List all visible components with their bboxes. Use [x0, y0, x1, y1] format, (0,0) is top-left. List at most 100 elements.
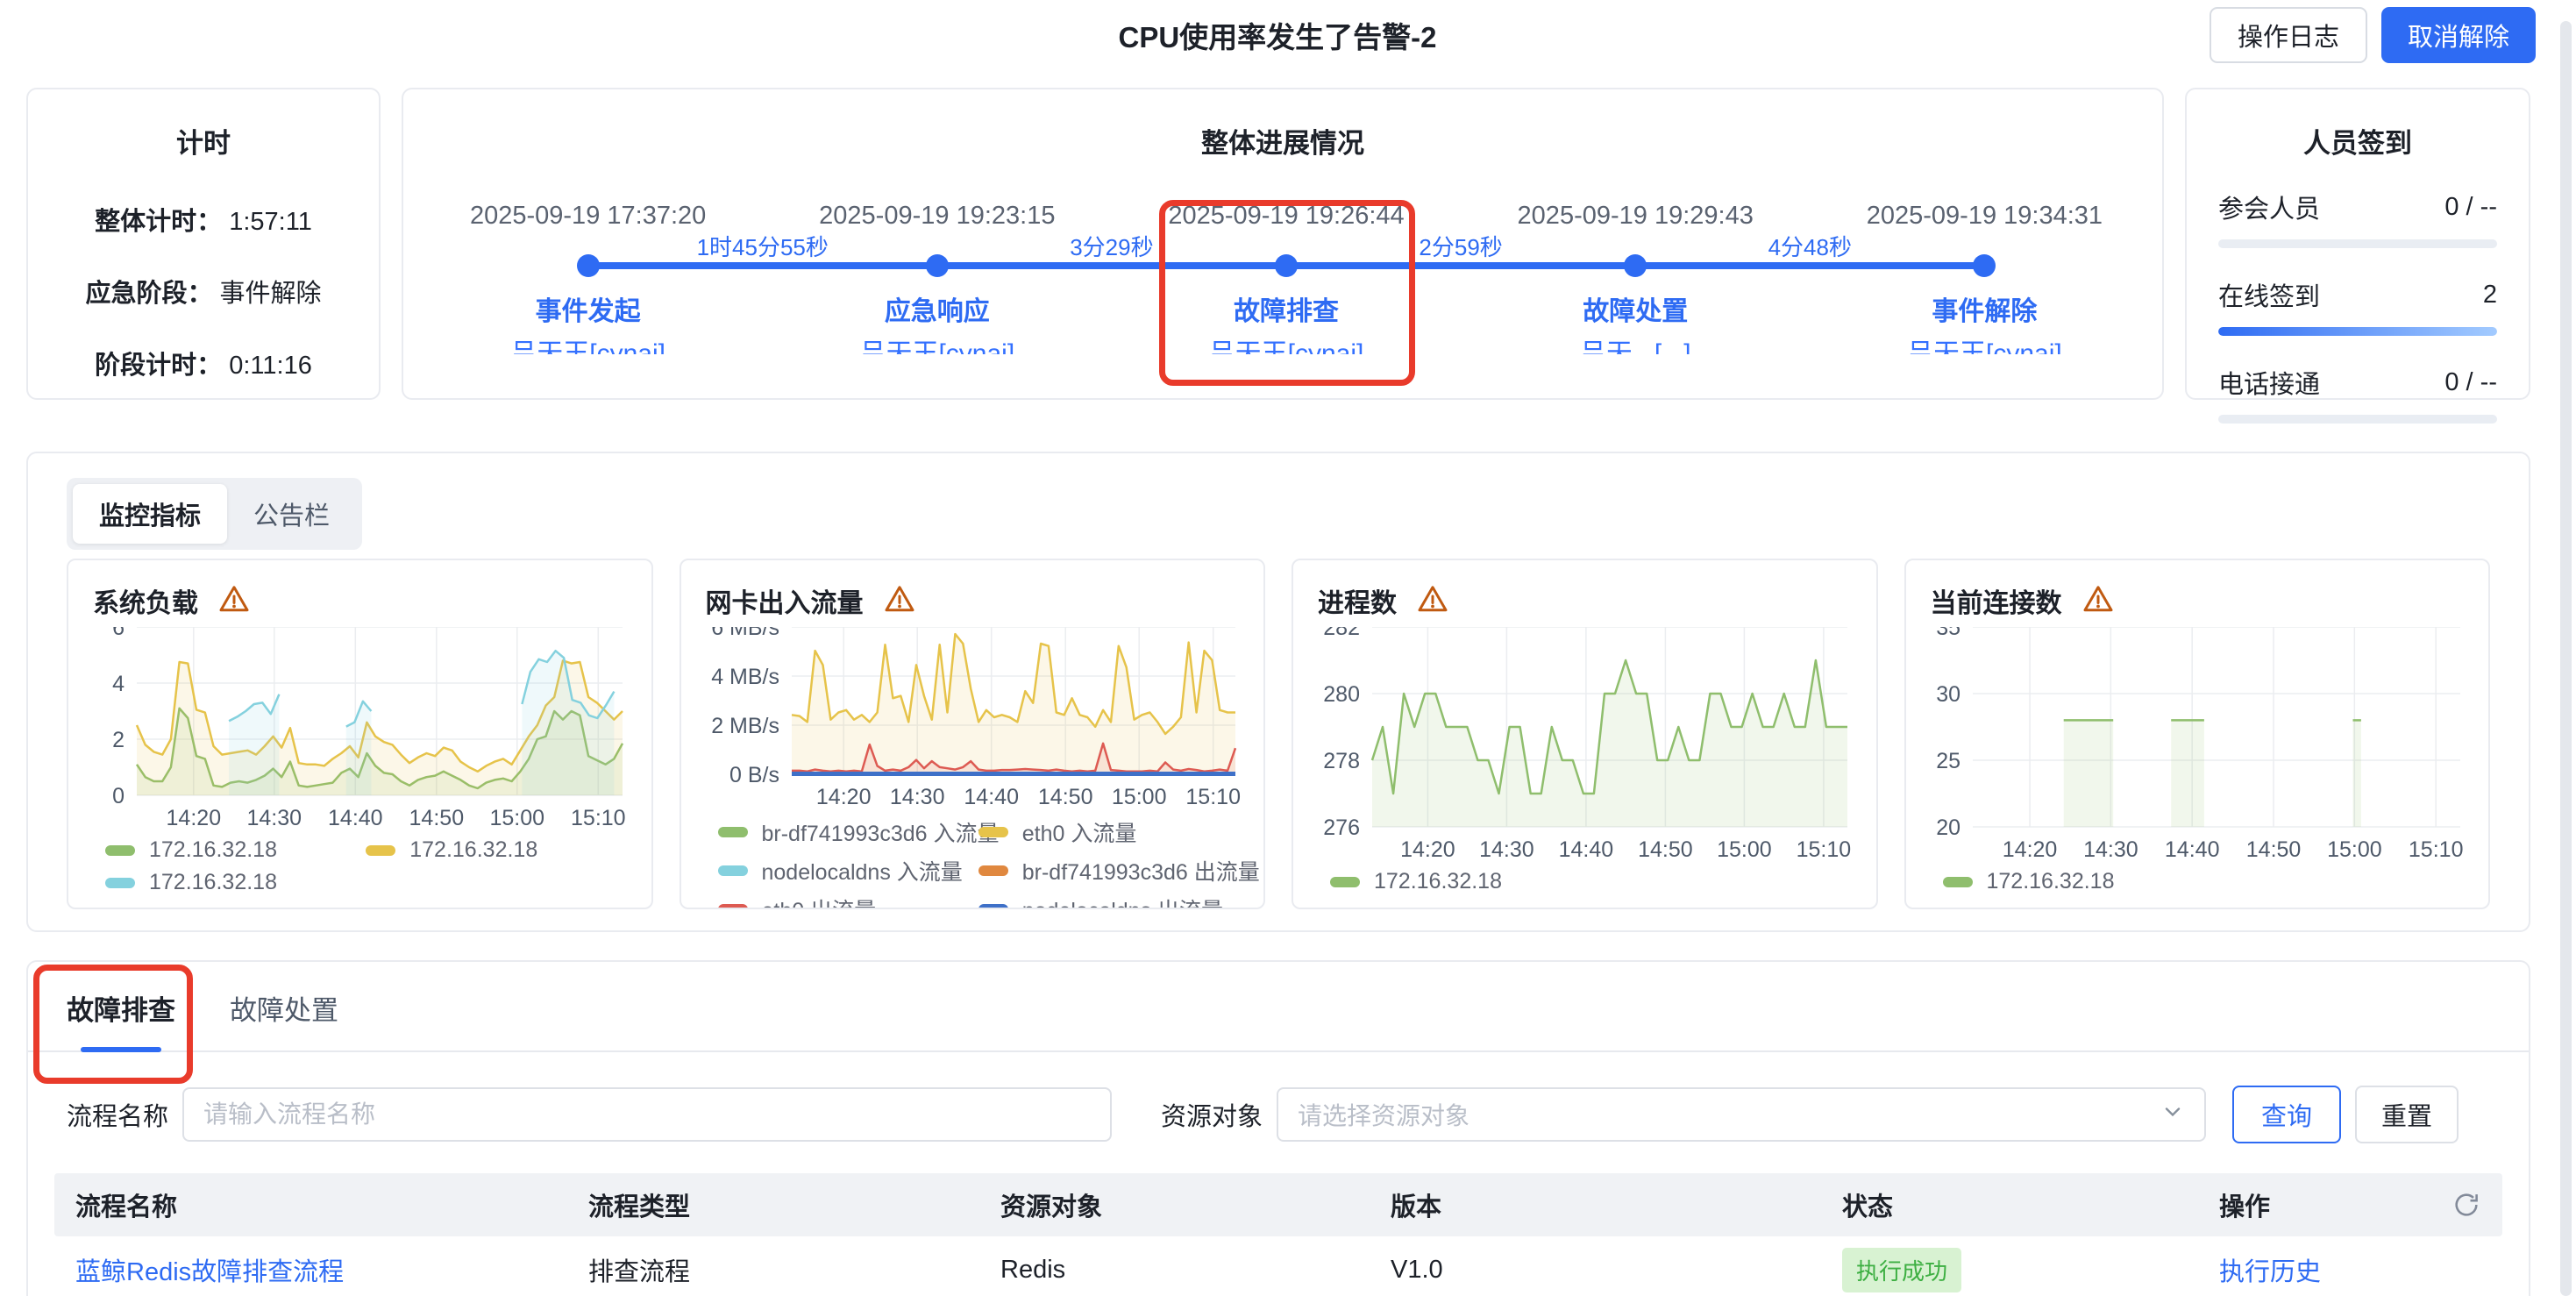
stage-dot-icon [1275, 254, 1298, 277]
flow-name-input[interactable] [182, 1087, 1112, 1142]
chart-legend: 172.16.32.18172.16.32.18172.16.32.18 [93, 837, 627, 895]
svg-text:4 MB/s: 4 MB/s [711, 665, 779, 689]
chart-title: 进程数 [1318, 581, 1397, 620]
timing-rows: 整体计时： 1:57:11应急阶段： 事件解除阶段计时： 0:11:16 [28, 201, 379, 381]
legend-color-pill [978, 904, 1008, 909]
legend-item[interactable]: 172.16.32.18 [105, 870, 366, 895]
charts-row: 系统负载642014:2014:3014:4014:5015:0015:1017… [67, 559, 2490, 909]
legend-item[interactable]: eth0 入流量 [978, 816, 1239, 848]
query-button[interactable]: 查询 [2232, 1086, 2341, 1143]
timing-card: 计时 整体计时： 1:57:11应急阶段： 事件解除阶段计时： 0:11:16 [26, 88, 381, 400]
stage-person[interactable]: 吕天玉[cynai] [510, 331, 665, 354]
stage-person[interactable]: 吕天...[...] [1580, 331, 1691, 354]
table-header-cell: 版本 [1391, 1186, 1842, 1223]
legend-item[interactable]: br-df741993c3d6 入流量 [718, 816, 978, 848]
reset-button[interactable]: 重置 [2355, 1086, 2459, 1143]
svg-text:14:40: 14:40 [964, 785, 1019, 809]
stage-name[interactable]: 事件解除 [1932, 289, 2037, 328]
summary-row: 计时 整体计时： 1:57:11应急阶段： 事件解除阶段计时： 0:11:16 … [26, 88, 2530, 400]
legend-item[interactable]: 172.16.32.18 [1330, 869, 1852, 894]
signin-progress-track [2218, 415, 2497, 424]
svg-text:4: 4 [112, 672, 125, 696]
legend-color-pill [718, 904, 748, 909]
legend-label: 172.16.32.18 [149, 870, 277, 895]
stage-name[interactable]: 故障排查 [1234, 289, 1339, 328]
signin-card: 人员签到 参会人员0 / --在线签到2电话接通0 / -- [2185, 88, 2530, 400]
chart-legend: 172.16.32.18 [1318, 869, 1852, 894]
monitor-tab-group: 监控指标公告栏 [67, 478, 362, 550]
resource-label: 资源对象 [1161, 1096, 1263, 1133]
stage-person[interactable]: 吕天玉[cynai] [1907, 331, 2062, 354]
stage-dot-icon [926, 254, 949, 277]
chart-card-0: 系统负载642014:2014:3014:4014:5015:0015:1017… [67, 559, 653, 909]
stage-time: 2025-09-19 19:23:15 [819, 202, 1055, 231]
chart-legend: br-df741993c3d6 入流量eth0 入流量nodelocaldns … [706, 816, 1240, 909]
svg-text:14:30: 14:30 [2083, 837, 2138, 862]
flow-name-link[interactable]: 蓝鲸Redis故障排查流程 [75, 1258, 344, 1286]
stage-person[interactable]: 吕天玉[cynai] [1209, 331, 1364, 354]
svg-text:14:50: 14:50 [2245, 837, 2301, 862]
svg-text:6 MB/s: 6 MB/s [711, 627, 779, 640]
svg-text:35: 35 [1936, 627, 1960, 640]
stage-name[interactable]: 应急响应 [885, 289, 990, 328]
timing-card-title: 计时 [28, 121, 379, 160]
stage-duration: 4分48秒 [1768, 230, 1852, 262]
legend-color-pill [366, 845, 395, 856]
monitor-tab-1[interactable]: 公告栏 [227, 484, 356, 544]
vertical-scrollbar[interactable] [2560, 21, 2572, 1296]
stage-name[interactable]: 事件发起 [536, 289, 641, 328]
legend-item[interactable]: nodelocaldns 入流量 [718, 855, 978, 887]
legend-item[interactable]: nodelocaldns 出流量 [978, 894, 1239, 909]
signin-row: 在线签到2 [2218, 276, 2497, 313]
signin-value: 0 / -- [2444, 193, 2497, 222]
chart-title-row: 系统负载 [93, 581, 627, 620]
stage-duration: 2分59秒 [1419, 230, 1502, 262]
signin-row: 参会人员0 / -- [2218, 189, 2497, 225]
monitor-section-card: 监控指标公告栏 系统负载642014:2014:3014:4014:5015:0… [26, 452, 2530, 932]
execution-history-link[interactable]: 执行历史 [2219, 1258, 2321, 1286]
stage-name[interactable]: 故障处置 [1583, 289, 1688, 328]
timing-row: 应急阶段： 事件解除 [85, 273, 321, 310]
legend-item[interactable]: eth0 出流量 [718, 894, 978, 909]
svg-text:280: 280 [1323, 682, 1360, 707]
legend-item[interactable]: 172.16.32.18 [366, 837, 626, 863]
legend-item[interactable]: br-df741993c3d6 出流量 [978, 855, 1239, 887]
table-header-cell: 流程名称 [75, 1186, 588, 1223]
stage-duration: 3分29秒 [1070, 230, 1153, 262]
flow-name-cell: 蓝鲸Redis故障排查流程 [75, 1251, 588, 1288]
resource-select[interactable]: 请选择资源对象 [1277, 1087, 2206, 1142]
header-actions: 操作日志 取消解除 [2210, 7, 2536, 63]
legend-color-pill [1943, 877, 1973, 887]
legend-label: nodelocaldns 出流量 [1022, 894, 1223, 909]
signin-label: 电话接通 [2218, 364, 2320, 401]
table-row: 蓝鲸Redis故障排查流程排查流程RedisV1.0执行成功执行历史 [54, 1236, 2502, 1296]
resource-select-placeholder: 请选择资源对象 [1298, 1097, 1469, 1132]
svg-text:14:20: 14:20 [2002, 837, 2057, 862]
svg-text:14:40: 14:40 [2164, 837, 2219, 862]
stage-person[interactable]: 吕天玉[cynai] [859, 331, 1014, 354]
svg-text:14:50: 14:50 [409, 806, 465, 830]
timing-row: 阶段计时： 0:11:16 [95, 345, 312, 381]
legend-color-pill [1330, 877, 1360, 887]
stage-time: 2025-09-19 19:26:44 [1168, 202, 1404, 231]
refresh-icon[interactable] [2451, 1190, 2481, 1220]
workflow-tab-1[interactable]: 故障处置 [230, 988, 338, 1050]
warning-icon [883, 583, 916, 619]
chart-title: 系统负载 [93, 581, 198, 620]
svg-text:25: 25 [1936, 749, 1960, 773]
warning-icon [217, 583, 251, 619]
timing-value: 事件解除 [212, 280, 321, 308]
signin-progress-track [2218, 327, 2497, 336]
chart-legend: 172.16.32.18 [1931, 869, 2465, 894]
timing-label: 整体计时： [95, 208, 222, 236]
legend-item[interactable]: 172.16.32.18 [105, 837, 366, 863]
legend-item[interactable]: 172.16.32.18 [1943, 869, 2465, 894]
version-cell: V1.0 [1391, 1256, 1842, 1285]
svg-text:15:00: 15:00 [2327, 837, 2382, 862]
cancel-resolve-button[interactable]: 取消解除 [2381, 7, 2536, 63]
operation-log-button[interactable]: 操作日志 [2210, 7, 2367, 63]
monitor-tab-0[interactable]: 监控指标 [73, 484, 227, 544]
svg-text:14:30: 14:30 [889, 785, 944, 809]
workflow-tab-0[interactable]: 故障排查 [67, 988, 175, 1050]
status-cell: 执行成功 [1842, 1248, 2219, 1292]
